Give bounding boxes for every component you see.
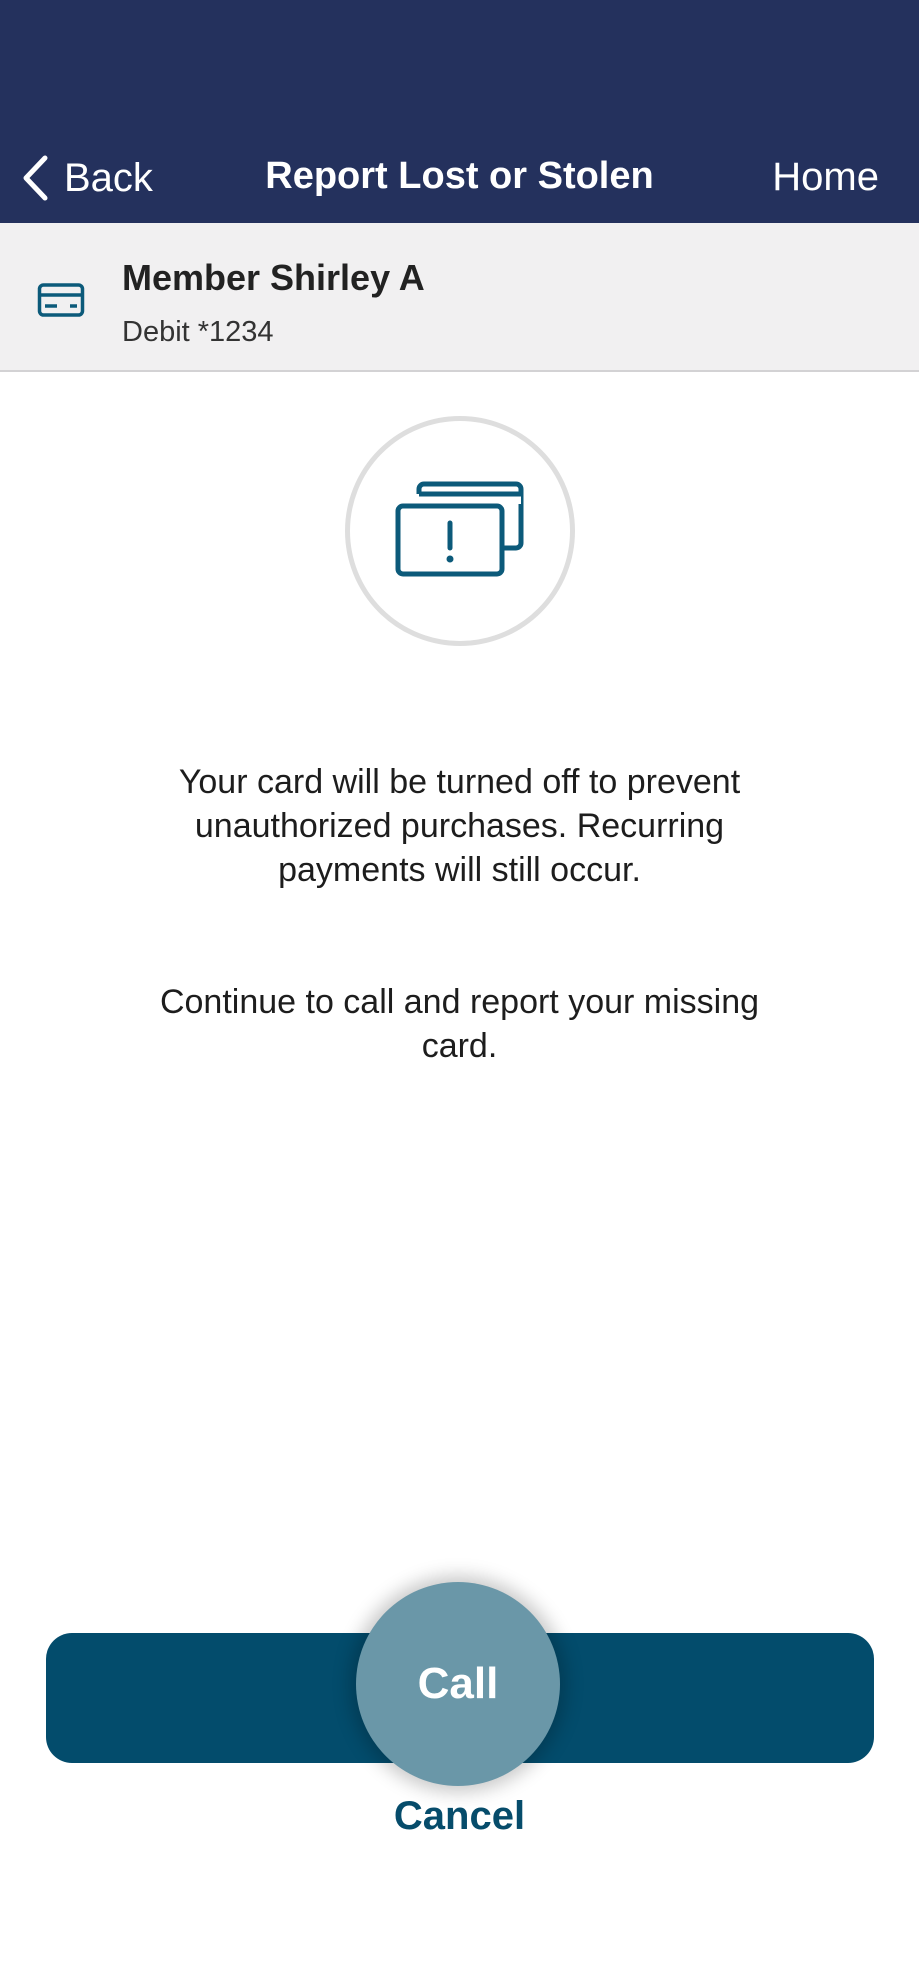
card-alert-icon bbox=[395, 481, 524, 577]
account-holder-name: Member Shirley A bbox=[122, 257, 425, 298]
chevron-left-icon bbox=[23, 155, 48, 201]
call-button[interactable] bbox=[46, 1633, 874, 1763]
credit-card-icon bbox=[37, 283, 85, 317]
info-message: Your card will be turned off to prevent … bbox=[178, 763, 741, 889]
back-button[interactable]: Back bbox=[20, 150, 153, 206]
instruction-message: Continue to call and report your missing… bbox=[159, 983, 760, 1065]
card-label: Debit *1234 bbox=[122, 316, 274, 348]
account-header: Member Shirley A Debit *1234 bbox=[0, 223, 919, 372]
report-lost-stolen-screen: Back Report Lost or Stolen Home Member S… bbox=[0, 0, 919, 1980]
cancel-container: Cancel bbox=[0, 1794, 919, 1839]
back-label: Back bbox=[64, 155, 153, 200]
cancel-button[interactable]: Cancel bbox=[394, 1794, 525, 1838]
navigation-bar: Back Report Lost or Stolen Home bbox=[0, 0, 919, 223]
home-button[interactable]: Home bbox=[772, 155, 879, 200]
hero-icon-circle bbox=[345, 416, 575, 646]
